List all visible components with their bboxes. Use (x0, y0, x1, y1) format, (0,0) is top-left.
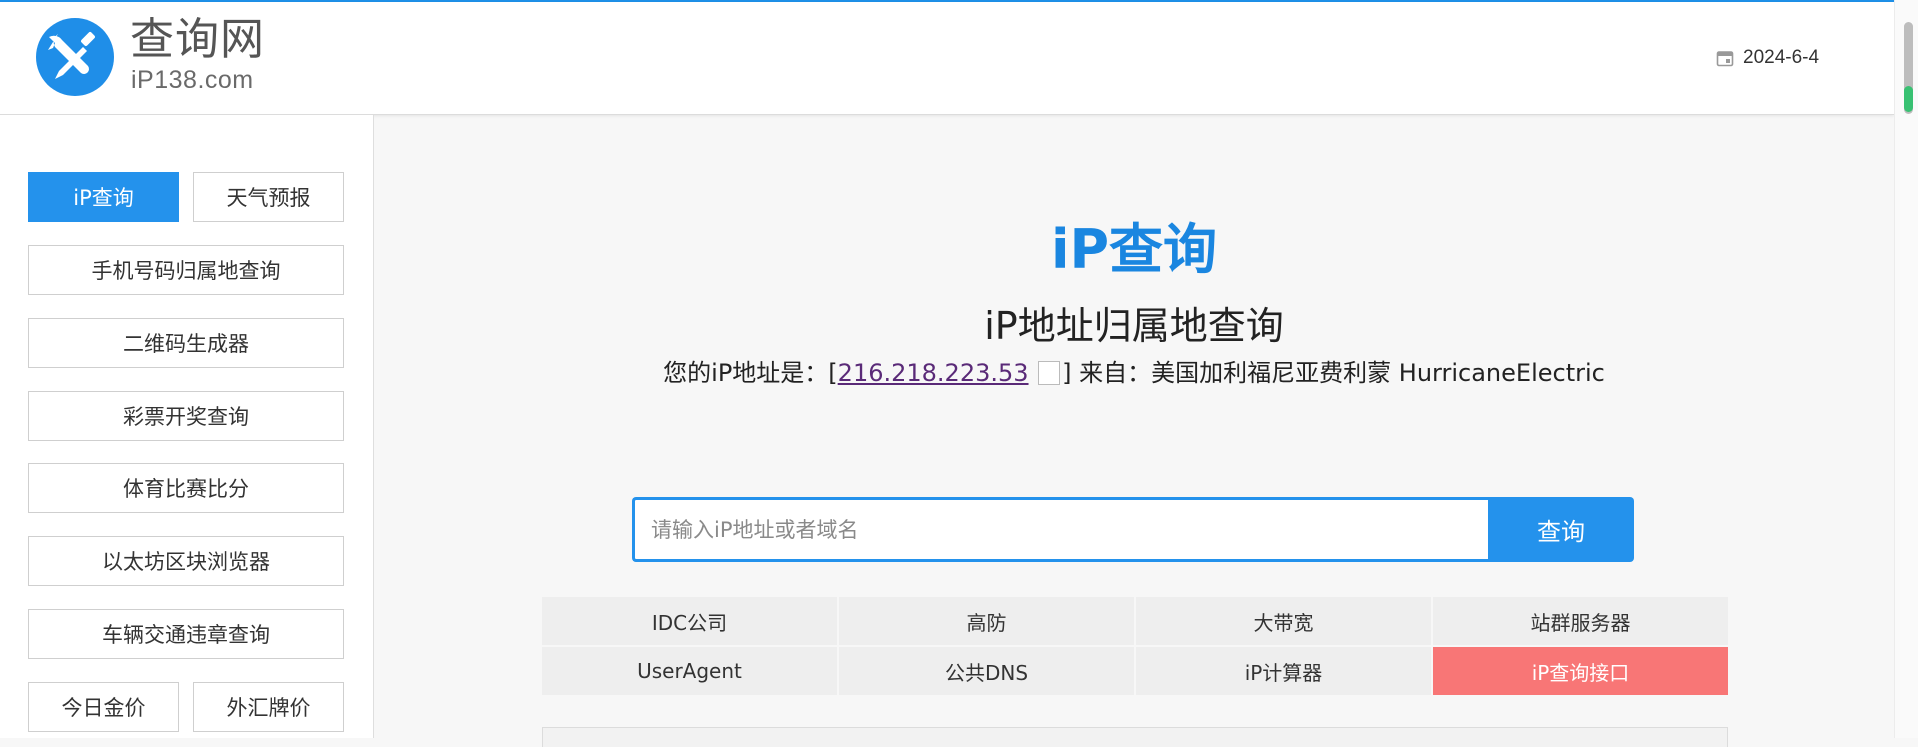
date-text: 2024-6-4 (1743, 47, 1820, 68)
search-button[interactable]: 查询 (1488, 497, 1634, 562)
tools-icon (48, 32, 95, 79)
link-ip-calculator[interactable]: iP计算器 (1136, 647, 1431, 695)
link-high-bandwidth[interactable]: 大带宽 (1136, 597, 1431, 645)
sidebar-item-phone-lookup[interactable]: 手机号码归属地查询 (28, 245, 344, 295)
sidebar-item-sports-scores[interactable]: 体育比赛比分 (28, 463, 344, 513)
site-logo[interactable] (36, 18, 114, 96)
calendar-icon (1716, 51, 1734, 67)
search-input[interactable] (632, 497, 1488, 562)
brand-domain[interactable]: iP138.com (131, 66, 254, 94)
my-ip-prefix: 您的iP地址是：[ (663, 359, 838, 387)
my-ip-location: ] 来自：美国加利福尼亚费利蒙 HurricaneElectric (1062, 359, 1605, 387)
page-title: iP查询 (1050, 218, 1218, 281)
link-public-dns[interactable]: 公共DNS (839, 647, 1134, 695)
link-useragent[interactable]: UserAgent (542, 647, 837, 695)
link-ddos-protection[interactable]: 高防 (839, 597, 1134, 645)
my-ip-line: 您的iP地址是：[216.218.223.53 ] 来自：美国加利福尼亚费利蒙 … (374, 353, 1894, 388)
scrollbar-indicator (1904, 86, 1913, 112)
brand-name[interactable]: 查询网 (130, 16, 265, 64)
search-form: 查询 (632, 497, 1634, 562)
link-ip-query-api[interactable]: iP查询接口 (1433, 647, 1728, 695)
link-idc-company[interactable]: IDC公司 (542, 597, 837, 645)
sidebar-item-lottery[interactable]: 彩票开奖查询 (28, 391, 344, 441)
date-display: 2024-6-4 (1716, 46, 1819, 70)
sidebar-item-qrcode[interactable]: 二维码生成器 (28, 318, 344, 368)
sidebar-item-forex-rates[interactable]: 外汇牌价 (193, 682, 344, 732)
my-ip-link[interactable]: 216.218.223.53 (838, 359, 1029, 387)
sidebar-item-weather[interactable]: 天气预报 (193, 172, 344, 222)
page-subtitle: iP地址归属地查询 (984, 304, 1284, 348)
site-header: 查询网 iP138.com 2024-6-4 (0, 2, 1894, 115)
sidebar-item-ip-query[interactable]: iP查询 (28, 172, 179, 222)
page-scrollbar[interactable] (1894, 0, 1918, 738)
sidebar-item-traffic-violation[interactable]: 车辆交通违章查询 (28, 609, 344, 659)
broken-image-icon (1038, 361, 1061, 385)
sidebar-item-gold-price[interactable]: 今日金价 (28, 682, 179, 732)
sidebar-item-ethereum-explorer[interactable]: 以太坊区块浏览器 (28, 536, 344, 586)
link-site-cluster-server[interactable]: 站群服务器 (1433, 597, 1728, 645)
main-content: iP查询 iP地址归属地查询 您的iP地址是：[216.218.223.53 ]… (374, 115, 1894, 747)
result-panel (542, 727, 1728, 747)
sidebar: iP查询 天气预报 手机号码归属地查询 二维码生成器 彩票开奖查询 体育比赛比分… (0, 115, 374, 738)
